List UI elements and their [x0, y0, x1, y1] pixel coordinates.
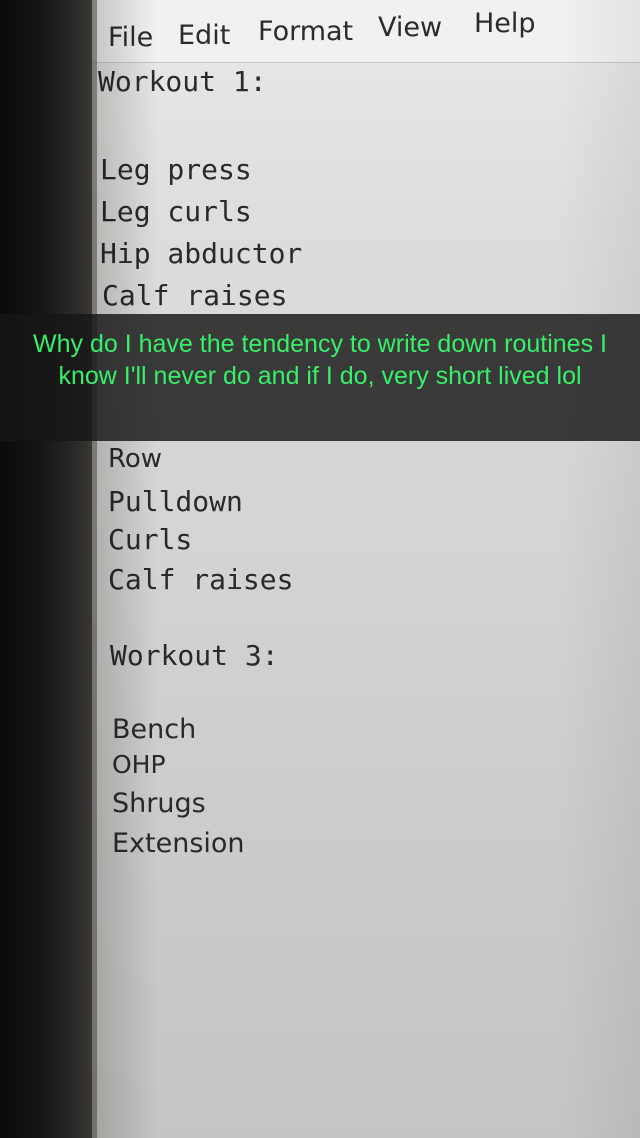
editor-line: Leg press: [100, 153, 252, 186]
editor-line: Leg curls: [100, 195, 252, 228]
editor-line: Extension: [112, 828, 245, 859]
editor-line: Calf raises: [102, 279, 288, 312]
monitor-bezel: [0, 0, 92, 1138]
editor-line: Hip abductor: [100, 237, 303, 270]
screen-edge-shadow: [92, 0, 97, 1138]
menu-bar: File Edit Format View Help: [92, 0, 640, 63]
editor-line: Workout 3:: [110, 639, 279, 672]
menu-edit[interactable]: Edit: [178, 20, 230, 51]
editor-line: Curls: [108, 523, 193, 556]
notepad-window: File Edit Format View Help Workout 1: Le…: [92, 0, 640, 1138]
editor-line: Shrugs: [112, 788, 206, 819]
editor-line: OHP: [112, 750, 166, 779]
editor-line: Pulldown: [108, 485, 243, 518]
snap-caption-text: Why do I have the tendency to write down…: [33, 330, 607, 390]
editor-line: Calf raises: [108, 563, 294, 596]
menu-format[interactable]: Format: [258, 16, 353, 47]
editor-line: Row: [108, 444, 163, 474]
menu-file[interactable]: File: [108, 22, 153, 53]
snap-caption-bar: Why do I have the tendency to write down…: [0, 314, 640, 441]
editor-line: Bench: [112, 714, 197, 745]
editor-line: Workout 1:: [98, 65, 267, 98]
menu-view[interactable]: View: [378, 12, 442, 43]
menu-help[interactable]: Help: [474, 8, 536, 39]
